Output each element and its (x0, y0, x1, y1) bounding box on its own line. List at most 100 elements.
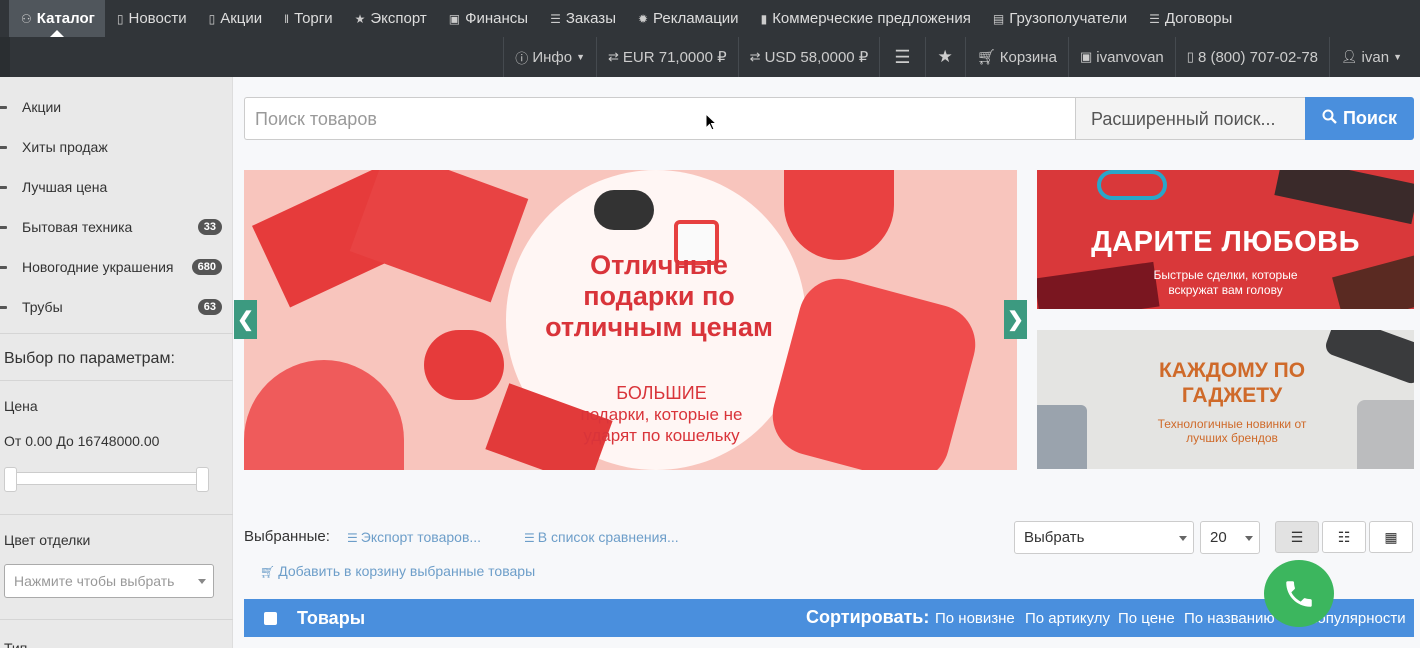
sort-by-newest[interactable]: По новизне (935, 610, 1015, 627)
price-slider-max-handle[interactable] (196, 467, 209, 492)
sidebar-item-bestsellers[interactable]: Хиты продаж (0, 127, 233, 167)
type-label: Тип (4, 640, 28, 648)
export-link[interactable]: ☰ Экспорт товаров... (347, 529, 481, 545)
banner-title: Отличные подарки по отличным ценам (545, 250, 773, 342)
search-input[interactable]: Поиск товаров (244, 97, 1076, 140)
carousel-prev-button[interactable]: ❮ (234, 300, 257, 339)
mobile-icon: ▯ (1186, 49, 1194, 64)
eur-rate[interactable]: ⇄ EUR 71,0000 ₽ (595, 37, 738, 77)
sitemap-icon: ⚇ (21, 11, 32, 26)
advanced-search-button[interactable]: Расширенный поиск... (1075, 97, 1306, 140)
nav-claims[interactable]: ✹ Рекламации (626, 0, 749, 37)
gadget-banner[interactable]: КАЖДОМУ ПО ГАДЖЕТУ Технологичные новинки… (1037, 330, 1414, 469)
view-list-button[interactable]: ☷ (1322, 521, 1366, 553)
filter-title: Выбор по параметрам: (4, 350, 175, 367)
nav-promotions[interactable]: ▯ Акции (197, 0, 273, 37)
nav-label: Рекламации (653, 10, 739, 27)
info-icon: ⓘ (515, 50, 529, 66)
add-to-cart-link[interactable]: 🛒︎ Добавить в корзину выбранные товары (260, 563, 535, 579)
search-button[interactable]: Поиск (1305, 97, 1414, 140)
sort-by-sku[interactable]: По артикулу (1025, 610, 1110, 627)
divider (0, 333, 233, 334)
caret-down-icon (1179, 536, 1187, 541)
view-list-detailed-button[interactable]: ☰ (1275, 521, 1319, 553)
nav-auctions[interactable]: ‖ Торги (272, 0, 343, 37)
action-select[interactable]: Выбрать (1014, 521, 1194, 554)
gear-icon: ✹ (637, 11, 649, 26)
gadget-banner-title: КАЖДОМУ ПО ГАДЖЕТУ (1037, 358, 1414, 408)
price-slider[interactable] (14, 472, 198, 485)
banner-decor (594, 190, 654, 230)
info-dropdown[interactable]: ⓘ Инфо ▼ (503, 37, 596, 77)
love-banner[interactable]: ДАРИТЕ ЛЮБОВЬ Быстрые сделки, которые вс… (1037, 170, 1414, 309)
banner-sub-line1: БОЛЬШИЕ (616, 383, 707, 403)
sidebar-item-appliances[interactable]: Бытовая техника 33 (0, 207, 233, 247)
nav-news[interactable]: ▯ Новости (105, 0, 197, 37)
star-icon: ★ (354, 11, 366, 26)
cart-icon: 🛒︎ (976, 49, 996, 66)
top-nav: ⚇ Каталог ▯ Новости ▯ Акции ‖ Торги ★ Экспорт… (0, 0, 1420, 37)
price-slider-min-handle[interactable] (4, 467, 17, 492)
sidebar-item-best-price[interactable]: Лучшая цена (0, 167, 233, 207)
sidebar-item-decorations[interactable]: Новогодние украшения 680 (0, 247, 233, 287)
sidebar-item-label: Лучшая цена (22, 179, 108, 195)
favorites-button[interactable]: ★ (924, 37, 965, 77)
products-table-header: Товары Сортировать: По новизне По артику… (244, 599, 1414, 637)
list-detailed-icon: ☰ (1290, 528, 1304, 545)
building-icon: ▤ (992, 11, 1005, 26)
count-badge: 680 (191, 259, 222, 275)
cart-button[interactable]: 🛒︎ Корзина (964, 37, 1068, 77)
caret-down-icon (1245, 536, 1253, 541)
phone-link[interactable]: ▯ 8 (800) 707-02-78 (1174, 37, 1329, 77)
nav-label: Акции (220, 10, 263, 27)
page-size-select[interactable]: 20 (1200, 521, 1260, 554)
select-all-checkbox[interactable] (264, 612, 277, 625)
info-label: Инфо (532, 48, 573, 66)
cart-icon: 🛒︎ (260, 565, 276, 579)
banner-subtitle: БОЛЬШИЕ подарки, которые не ударят по кош… (559, 383, 764, 446)
phone-icon (1286, 580, 1312, 607)
view-grid-button[interactable]: ▦ (1369, 521, 1413, 553)
money-icon: ▣ (448, 11, 461, 26)
nav-finance[interactable]: ▣ Финансы (437, 0, 538, 37)
divider (0, 380, 233, 381)
bookmark-icon: ▮ (760, 11, 768, 26)
nav-offers[interactable]: ▮ Коммерческие предложения (749, 0, 981, 37)
user-menu[interactable]: 👤︎ ivan ▼ (1329, 37, 1420, 77)
nav-contracts[interactable]: ☰ Договоры (1137, 0, 1242, 37)
bullet-icon (0, 145, 7, 149)
compare-label: В список сравнения... (537, 529, 679, 545)
caret-down-icon (198, 579, 206, 584)
cart-label: Корзина (999, 48, 1057, 66)
sort-label: Сортировать: (806, 607, 930, 627)
compare-list-button[interactable]: ☰ (879, 37, 924, 77)
products-title: Товары (297, 608, 366, 628)
nav-orders[interactable]: ☰ Заказы (538, 0, 626, 37)
call-button[interactable] (1264, 560, 1334, 627)
banner-decor (784, 170, 894, 260)
compare-link[interactable]: ☰ В список сравнения... (524, 529, 679, 545)
bullet-icon (0, 105, 7, 109)
color-select[interactable]: Нажмите чтобы выбрать (4, 564, 214, 598)
company-button[interactable]: ▣ ivanvovan (1067, 37, 1175, 77)
count-badge: 33 (197, 219, 222, 235)
sidebar-item-label: Хиты продаж (22, 139, 108, 155)
sidebar-item-promotions[interactable]: Акции (0, 87, 233, 127)
list-icon: ☷ (1337, 528, 1351, 545)
sidebar-item-label: Трубы (22, 299, 63, 315)
promo-carousel[interactable]: Отличные подарки по отличным ценам БОЛЬШ… (244, 170, 1017, 470)
add-to-cart-label: Добавить в корзину выбранные товары (278, 563, 536, 579)
nav-catalog[interactable]: ⚇ Каталог (9, 0, 105, 37)
usd-rate[interactable]: ⇄ USD 58,0000 ₽ (737, 37, 880, 77)
nav-export[interactable]: ★ Экспорт (343, 0, 437, 37)
sort-by-name[interactable]: По названию (1184, 610, 1275, 627)
sidebar-item-pipes[interactable]: Трубы 63 (0, 287, 233, 327)
carousel-next-button[interactable]: ❯ (1004, 300, 1027, 339)
nav-consignees[interactable]: ▤ Грузополучатели (981, 0, 1137, 37)
banner-decor (349, 170, 529, 303)
sort-by-price[interactable]: По цене (1118, 610, 1175, 627)
caret-down-icon: ▼ (1393, 52, 1402, 62)
page-size-value: 20 (1210, 529, 1227, 546)
advanced-search-label: Расширенный поиск... (1091, 109, 1276, 129)
file-text-icon: ▯ (208, 11, 216, 26)
